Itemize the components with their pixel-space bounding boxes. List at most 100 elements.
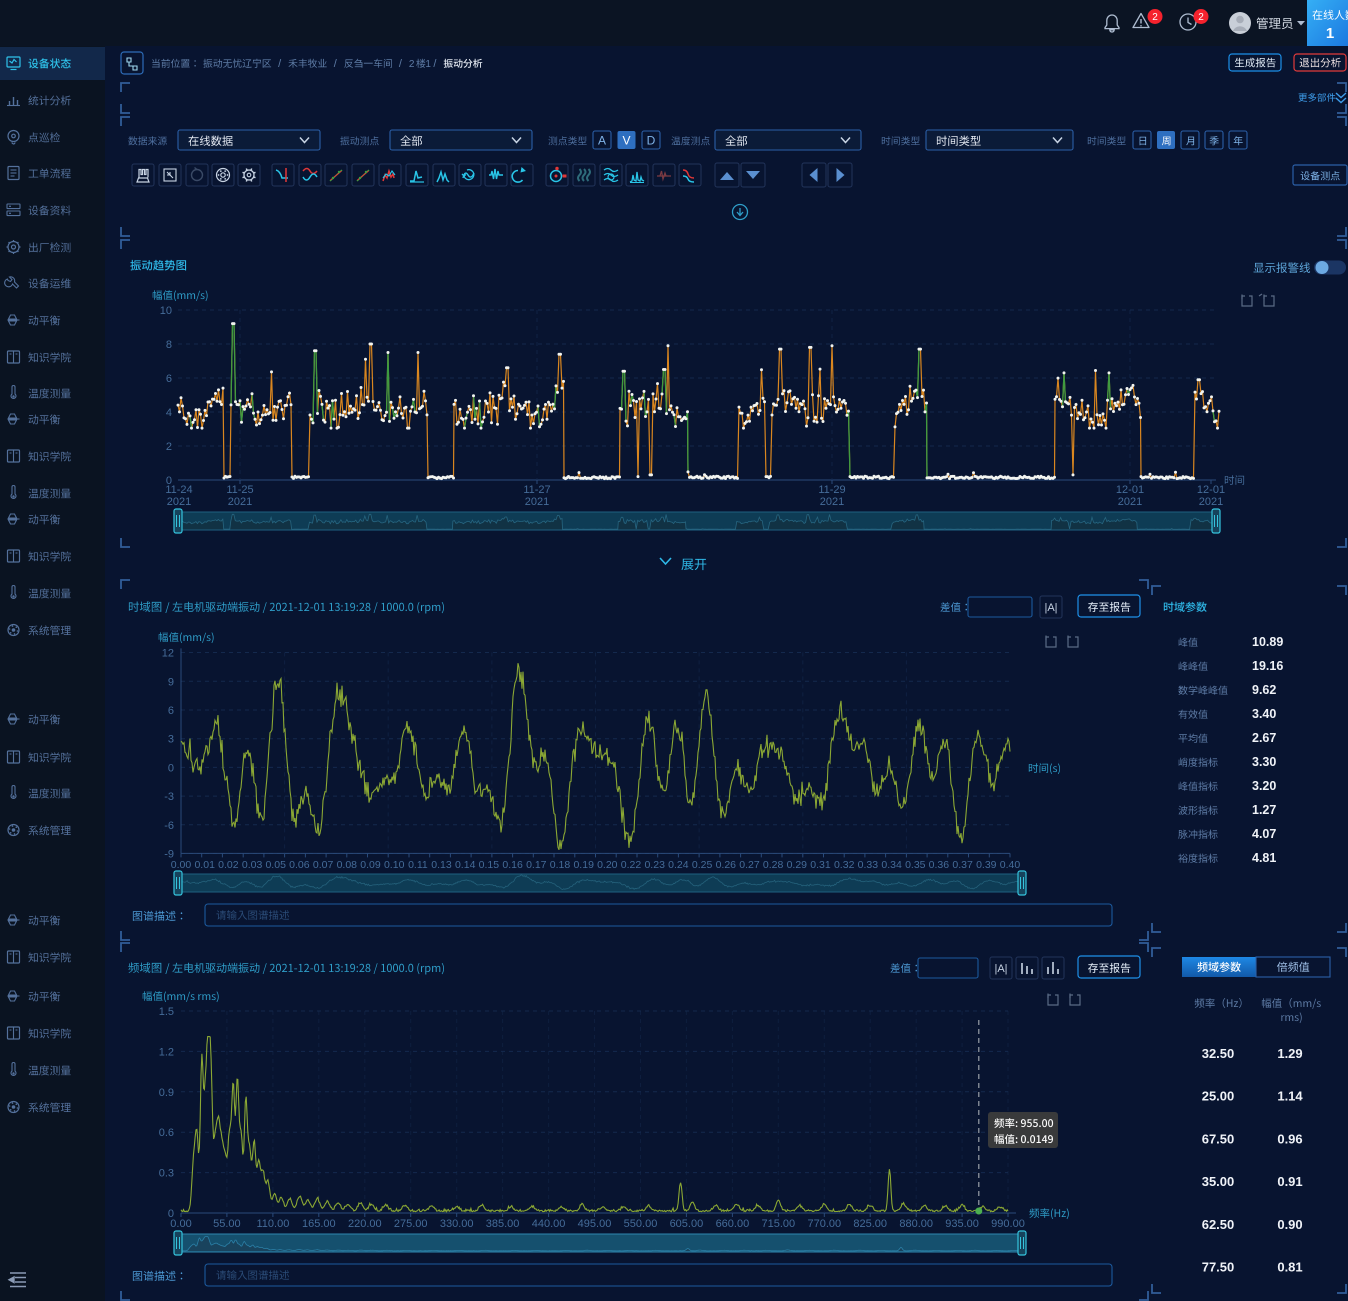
svg-text:0.09: 0.09 [360, 859, 381, 871]
svg-text:495.00: 495.00 [578, 1218, 612, 1230]
svg-text:880.00: 880.00 [899, 1218, 933, 1230]
svg-text:0.17: 0.17 [526, 859, 547, 871]
svg-text:32.50: 32.50 [1202, 1046, 1235, 1061]
svg-text:11-25: 11-25 [226, 484, 253, 496]
svg-text:|A|: |A| [1044, 602, 1057, 614]
svg-text:0.6: 0.6 [159, 1127, 174, 1139]
svg-text:11-24: 11-24 [165, 484, 192, 496]
svg-text:4.07: 4.07 [1252, 827, 1276, 841]
svg-text:0.24: 0.24 [668, 859, 689, 871]
svg-text:0.35: 0.35 [905, 859, 926, 871]
svg-text:-6: -6 [164, 820, 174, 832]
svg-text:V: V [622, 134, 630, 148]
svg-text:0.33: 0.33 [858, 859, 879, 871]
svg-text:0.00: 0.00 [171, 859, 192, 871]
svg-text:220.00: 220.00 [348, 1218, 382, 1230]
svg-text:67.50: 67.50 [1202, 1131, 1235, 1146]
svg-text:0.03: 0.03 [242, 859, 263, 871]
svg-text:6: 6 [168, 705, 174, 717]
svg-text:3.40: 3.40 [1252, 707, 1276, 721]
svg-text:2.67: 2.67 [1252, 731, 1276, 745]
svg-text:605.00: 605.00 [670, 1218, 704, 1230]
svg-text:4.81: 4.81 [1252, 851, 1276, 865]
svg-text:1: 1 [425, 59, 431, 70]
svg-text:0.90: 0.90 [1277, 1217, 1302, 1232]
svg-text:10.89: 10.89 [1252, 635, 1283, 649]
svg-text:0.3: 0.3 [159, 1168, 174, 1180]
svg-text:0.23: 0.23 [644, 859, 665, 871]
svg-text:0.00: 0.00 [170, 1218, 191, 1230]
svg-text:0.22: 0.22 [621, 859, 642, 871]
svg-text:1.29: 1.29 [1277, 1046, 1302, 1061]
svg-text:0.36: 0.36 [929, 859, 950, 871]
svg-text:77.50: 77.50 [1202, 1260, 1235, 1275]
svg-text:0: 0 [168, 762, 174, 774]
svg-text:990.00: 990.00 [991, 1218, 1025, 1230]
svg-text:6: 6 [166, 373, 172, 385]
svg-text:0.01: 0.01 [194, 859, 215, 871]
svg-text:D: D [647, 134, 656, 148]
svg-text:0.39: 0.39 [976, 859, 997, 871]
svg-text:8: 8 [166, 339, 172, 351]
svg-text:35.00: 35.00 [1202, 1174, 1235, 1189]
svg-text:3.30: 3.30 [1252, 755, 1276, 769]
svg-text:110.00: 110.00 [256, 1218, 289, 1230]
svg-text:0.05: 0.05 [265, 859, 286, 871]
svg-text:935.00: 935.00 [945, 1218, 979, 1230]
svg-text:2021: 2021 [1199, 496, 1223, 508]
svg-text:10: 10 [160, 305, 172, 317]
svg-text:715.00: 715.00 [761, 1218, 795, 1230]
svg-text:2021: 2021 [1118, 496, 1142, 508]
svg-text:3: 3 [168, 734, 174, 746]
svg-text:12: 12 [162, 648, 174, 660]
svg-text:12-01: 12-01 [1197, 484, 1225, 496]
svg-text:0.29: 0.29 [787, 859, 808, 871]
svg-text:0.27: 0.27 [739, 859, 760, 871]
svg-text:11-27: 11-27 [523, 484, 550, 496]
svg-text:385.00: 385.00 [486, 1218, 520, 1230]
svg-text:9.62: 9.62 [1252, 683, 1276, 697]
svg-text:660.00: 660.00 [716, 1218, 750, 1230]
svg-text:440.00: 440.00 [532, 1218, 566, 1230]
svg-text:0.31: 0.31 [810, 859, 831, 871]
svg-text:2: 2 [409, 59, 415, 70]
svg-text:0.28: 0.28 [763, 859, 784, 871]
svg-text:0.34: 0.34 [881, 859, 902, 871]
svg-text:0.10: 0.10 [384, 859, 405, 871]
svg-text:0.32: 0.32 [834, 859, 855, 871]
svg-text:A: A [598, 134, 606, 148]
svg-text:0.81: 0.81 [1277, 1260, 1302, 1275]
svg-text:0.13: 0.13 [431, 859, 452, 871]
svg-text:0.18: 0.18 [550, 859, 571, 871]
svg-text:25.00: 25.00 [1202, 1089, 1235, 1104]
svg-text:0.37: 0.37 [952, 859, 973, 871]
svg-text:0.07: 0.07 [313, 859, 334, 871]
svg-text:9: 9 [168, 676, 174, 688]
svg-text:0.25: 0.25 [692, 859, 713, 871]
svg-text:0.15: 0.15 [479, 859, 500, 871]
svg-text:770.00: 770.00 [807, 1218, 841, 1230]
svg-text:2: 2 [166, 441, 172, 453]
svg-text:4: 4 [166, 407, 172, 419]
svg-text:0.08: 0.08 [337, 859, 358, 871]
svg-text:330.00: 330.00 [440, 1218, 474, 1230]
svg-text:11-29: 11-29 [818, 484, 845, 496]
svg-text:0.20: 0.20 [597, 859, 618, 871]
svg-text:275.00: 275.00 [394, 1218, 428, 1230]
svg-text:1.14: 1.14 [1277, 1089, 1303, 1104]
svg-text:0.16: 0.16 [502, 859, 523, 871]
svg-text:1.27: 1.27 [1252, 803, 1276, 817]
svg-text:550.00: 550.00 [624, 1218, 658, 1230]
svg-text:0.9: 0.9 [159, 1087, 174, 1099]
svg-text:1: 1 [1326, 25, 1334, 42]
svg-text:2: 2 [1198, 12, 1204, 23]
svg-text:0.26: 0.26 [716, 859, 737, 871]
svg-text:2021: 2021 [167, 496, 191, 508]
svg-text:2: 2 [1152, 12, 1158, 23]
svg-text:12-01: 12-01 [1116, 484, 1144, 496]
svg-text:1.5: 1.5 [159, 1006, 174, 1018]
svg-text:62.50: 62.50 [1202, 1217, 1235, 1232]
svg-text:0.19: 0.19 [573, 859, 594, 871]
svg-text:1.2: 1.2 [159, 1046, 174, 1058]
svg-text:0.11: 0.11 [408, 859, 428, 871]
